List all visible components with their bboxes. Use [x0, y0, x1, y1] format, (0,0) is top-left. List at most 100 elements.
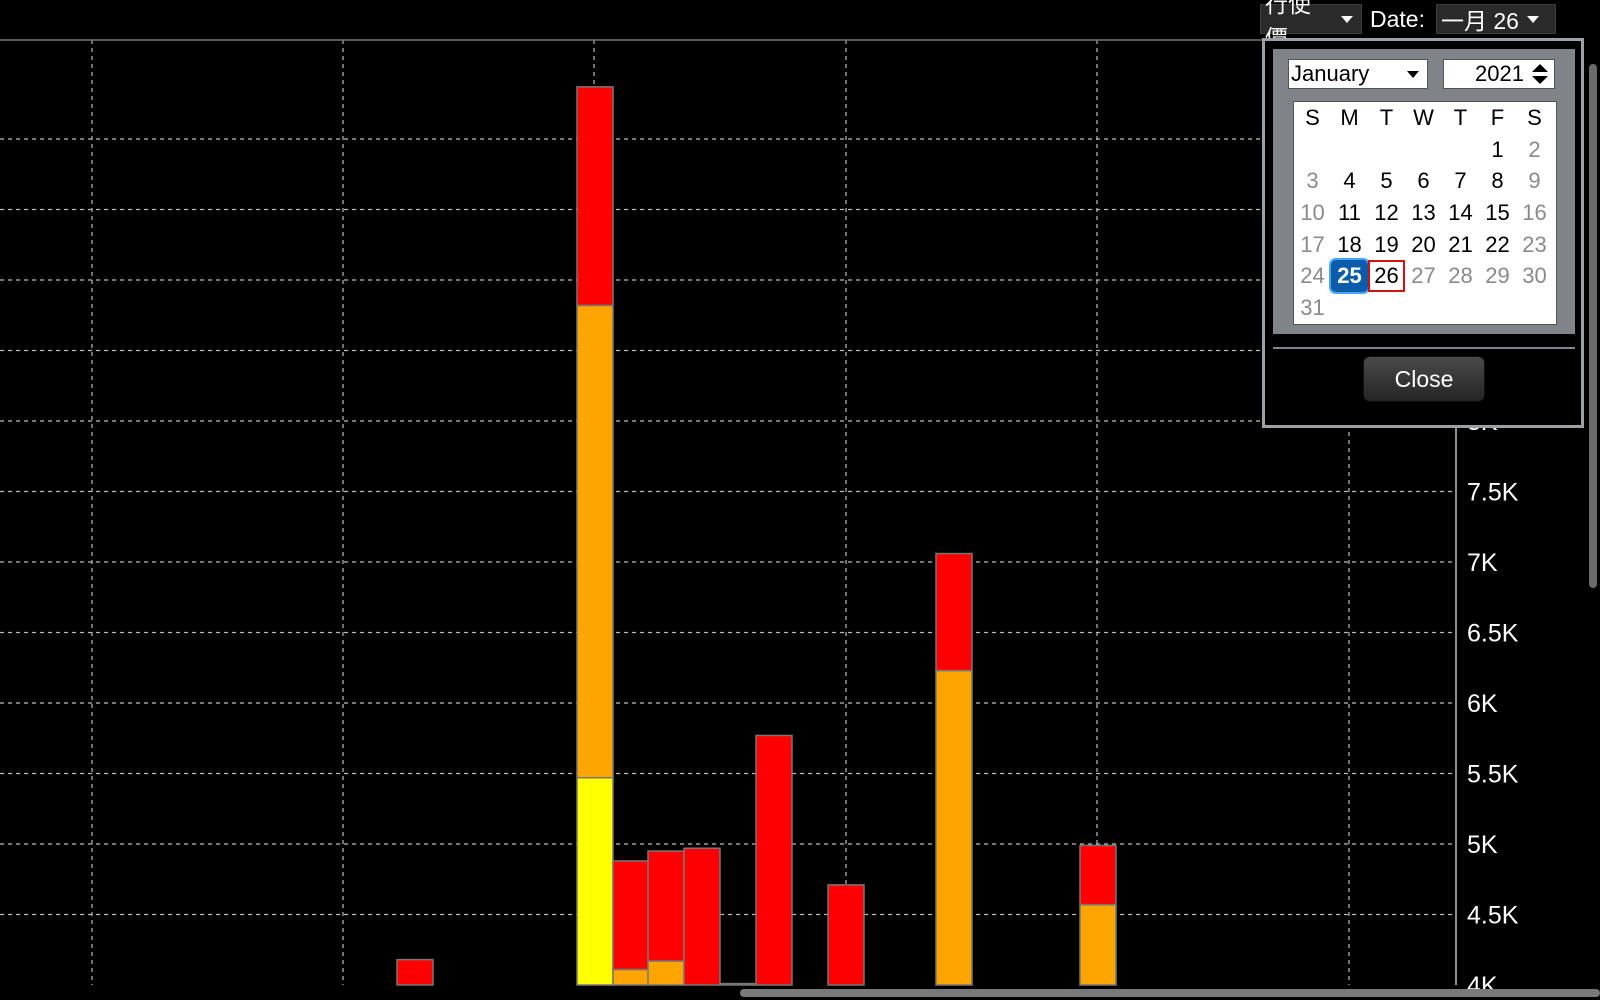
bar-segment-red	[935, 552, 973, 672]
month-select[interactable]: January	[1288, 59, 1428, 89]
calendar-day	[1294, 134, 1331, 166]
spin-down-icon[interactable]	[1532, 76, 1548, 84]
week-row: 3456789	[1294, 165, 1556, 197]
calendar-day	[1405, 134, 1442, 166]
calendar-day[interactable]: 1	[1479, 134, 1516, 166]
weekday-header: T	[1453, 104, 1468, 130]
close-button[interactable]: Close	[1363, 356, 1485, 402]
calendar-day[interactable]: 5	[1368, 165, 1405, 197]
calendar-day: 9	[1528, 168, 1541, 194]
y-tick-label: 7.5K	[1467, 479, 1519, 507]
calendar-day	[1331, 134, 1368, 166]
price-type-dropdown[interactable]: 行使價	[1260, 0, 1362, 51]
week-row: 17 18 19 20 21 22 23	[1294, 229, 1556, 261]
y-tick-label: 5K	[1467, 831, 1498, 859]
bar-segment-red	[396, 958, 434, 986]
calendar-day: 16	[1522, 199, 1547, 225]
calendar-day[interactable]: 14	[1442, 197, 1479, 229]
calendar-day[interactable]: 13	[1405, 197, 1442, 229]
bar-segment-red	[755, 734, 793, 986]
bar-segment-orange	[576, 304, 614, 779]
weekday-header: S	[1527, 104, 1542, 130]
calendar-day: 2	[1528, 136, 1541, 162]
calendar-day: 23	[1522, 231, 1547, 257]
bar-segment-orange	[1079, 903, 1117, 986]
y-tick-label: 4.5K	[1467, 902, 1519, 930]
calendar-panel: January 2021 S M T W T F S 1 2 3 4 5 6 7 8 9 10 11 12 13 14 1…	[1273, 49, 1575, 334]
calendar-day: 3	[1306, 168, 1319, 194]
y-tick-label: 6.5K	[1467, 620, 1519, 648]
week-row: 31	[1294, 292, 1556, 324]
horizontal-scrollbar[interactable]	[740, 989, 1600, 997]
calendar-day	[1442, 134, 1479, 166]
calendar-day[interactable]: 25	[1331, 260, 1368, 293]
calendar-day: 10	[1300, 199, 1325, 225]
calendar-day[interactable]: 4	[1331, 165, 1368, 197]
month-value: January	[1291, 61, 1370, 86]
calendar-day[interactable]: 15	[1479, 197, 1516, 229]
calendar-day: 31	[1300, 294, 1325, 320]
chart-grid	[0, 40, 1456, 985]
bar-segment-red	[683, 847, 721, 986]
y-tick-label: 7K	[1467, 549, 1498, 577]
calendar-day	[1368, 134, 1405, 166]
calendar-day: 28	[1448, 263, 1473, 289]
y-tick-label: 6K	[1467, 690, 1498, 718]
bar-segment-red	[576, 86, 614, 307]
bar-segment-red	[719, 982, 757, 986]
calendar-day[interactable]: 8	[1479, 165, 1516, 197]
chevron-down-icon	[1407, 70, 1419, 78]
calendar-day[interactable]: 7	[1442, 165, 1479, 197]
date-label: Date:	[1370, 5, 1425, 32]
divider	[1273, 347, 1575, 349]
calendar-day: 17	[1300, 231, 1325, 257]
bar-segment-yellow	[576, 776, 614, 986]
weekday-header: W	[1413, 104, 1434, 130]
vertical-scrollbar[interactable]	[1589, 64, 1597, 588]
bar-segment-red	[612, 860, 650, 971]
year-spinner[interactable]: 2021	[1443, 59, 1555, 89]
calendar-day	[1368, 292, 1405, 324]
y-axis-ticks: 4K4.5K5K5.5K6K6.5K7K7.5K8K	[1467, 408, 1519, 1000]
weekday-header: S	[1305, 104, 1320, 130]
calendar-day	[1331, 292, 1368, 324]
calendar-day[interactable]: 11	[1331, 197, 1368, 229]
calendar-day[interactable]: 26	[1368, 260, 1405, 293]
calendar-day[interactable]: 6	[1405, 165, 1442, 197]
bar-segment-orange	[935, 669, 973, 986]
year-value: 2021	[1475, 61, 1524, 86]
calendar-day	[1516, 292, 1553, 324]
calendar-day[interactable]: 12	[1368, 197, 1405, 229]
date-dropdown[interactable]: 一月 26	[1436, 4, 1556, 34]
calendar-day: 29	[1485, 263, 1510, 289]
date-value: 一月 26	[1441, 8, 1519, 34]
chevron-down-icon	[1526, 15, 1539, 23]
chart-bars	[396, 86, 1117, 986]
spin-up-icon[interactable]	[1532, 64, 1548, 72]
calendar-day	[1405, 292, 1442, 324]
calendar-day: 27	[1411, 263, 1436, 289]
calendar-day: 24	[1300, 263, 1325, 289]
calendar-day[interactable]: 20	[1405, 229, 1442, 261]
calendar-day[interactable]: 18	[1331, 229, 1368, 261]
bar-segment-orange	[612, 968, 650, 986]
calendar-day	[1442, 292, 1479, 324]
bar-segment-red	[647, 850, 685, 962]
y-tick-label: 5.5K	[1467, 761, 1519, 789]
weekday-header: T	[1379, 104, 1394, 130]
weekday-header: M	[1340, 104, 1359, 130]
calendar-day[interactable]: 22	[1479, 229, 1516, 261]
calendar-day: 30	[1522, 263, 1547, 289]
calendar-day	[1479, 292, 1516, 324]
week-row: 10 11 12 13 14 15 16	[1294, 197, 1556, 229]
week-row: 24 25 26 27 28 29 30	[1294, 260, 1556, 293]
weekday-header: F	[1490, 104, 1505, 130]
calendar-popup: January 2021 S M T W T F S 1 2 3 4 5 6 7 8 9 10 11 12 13 14 1…	[1262, 38, 1584, 428]
calendar-day[interactable]: 21	[1442, 229, 1479, 261]
weekday-header-row: SMTWTFS	[1294, 102, 1556, 134]
calendar-day[interactable]: 19	[1368, 229, 1405, 261]
bar-segment-red	[827, 884, 865, 986]
week-row: 12	[1294, 134, 1556, 166]
bar-segment-orange	[647, 960, 685, 986]
bar-segment-red	[1079, 844, 1117, 906]
